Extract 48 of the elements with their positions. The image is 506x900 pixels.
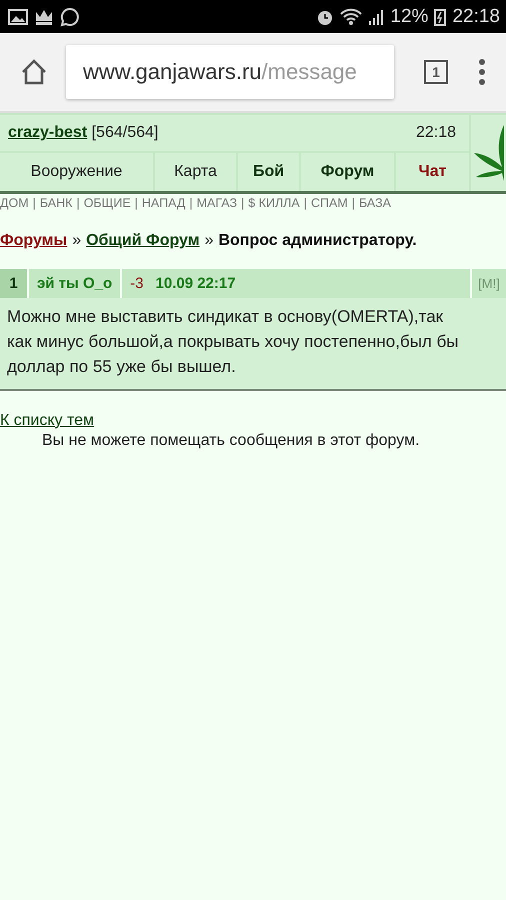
post-body: Можно мне выставить синдикат в основу(OMERTA),так как минус большой,а покрывать хочу постепенно,был бы доллар по 55 уже бы вышел. <box>6 306 460 378</box>
quick-link[interactable]: СПАМ <box>310 196 348 210</box>
post-number: 1 <box>0 269 27 298</box>
nav-tab[interactable]: Бой <box>238 153 299 191</box>
back-link[interactable]: К списку тем <box>0 412 94 430</box>
post-rating: -3 <box>130 275 144 292</box>
breadcrumb-separator: » <box>204 232 214 250</box>
post-author[interactable]: эй ты О_о <box>29 269 120 298</box>
clock-time: 22:18 <box>452 6 500 28</box>
image-icon <box>8 8 28 24</box>
username-link[interactable]: crazy-best <box>8 124 88 141</box>
battery-percent: 12% <box>390 6 428 28</box>
nav-tab[interactable]: Карта <box>155 153 236 191</box>
chat-bubble-icon <box>60 6 80 26</box>
address-bar[interactable]: www.ganjawars.ru/message <box>66 45 394 99</box>
tab-count-button[interactable]: 1 <box>424 60 448 84</box>
battery-icon <box>434 8 446 26</box>
menu-icon[interactable] <box>478 58 486 86</box>
breadcrumb-link[interactable]: Общий Форум <box>86 232 200 250</box>
post-date: 10.09 22:17 <box>156 275 236 292</box>
leaf-logo <box>472 123 506 183</box>
home-icon[interactable] <box>20 58 48 86</box>
hp-text: [564/564] <box>92 124 158 141</box>
quick-link[interactable]: ДОМ <box>0 196 29 210</box>
quick-link[interactable]: НАПАД <box>142 196 186 210</box>
topic-title: Вопрос администратору. <box>218 232 417 250</box>
nav-tab[interactable]: Чат <box>396 153 469 191</box>
quick-link[interactable]: МАГАЗ <box>196 196 238 210</box>
link-separator: | <box>134 196 138 210</box>
wifi-icon <box>340 8 362 26</box>
link-separator: | <box>76 196 80 210</box>
link-separator: | <box>189 196 193 210</box>
crown-icon <box>34 8 54 26</box>
link-separator: | <box>241 196 244 210</box>
quick-link[interactable]: БАЗА <box>358 196 391 210</box>
quick-link[interactable]: $ КИЛЛА <box>248 196 300 210</box>
link-separator: | <box>352 196 355 210</box>
link-separator: | <box>304 196 307 210</box>
nav-tab[interactable]: Вооружение <box>0 153 153 191</box>
link-separator: | <box>32 196 36 210</box>
breadcrumb-separator: » <box>72 232 82 250</box>
quick-link[interactable]: ОБЩИЕ <box>84 196 131 210</box>
server-time: 22:18 <box>416 124 456 142</box>
nav-tab[interactable]: Форум <box>301 153 394 191</box>
quick-link[interactable]: БАНК <box>40 196 72 210</box>
notice-text: Вы не можете помещать сообщения в этот форум. <box>41 432 421 450</box>
breadcrumb-link[interactable]: Форумы <box>0 232 68 250</box>
signal-icon <box>368 8 384 26</box>
